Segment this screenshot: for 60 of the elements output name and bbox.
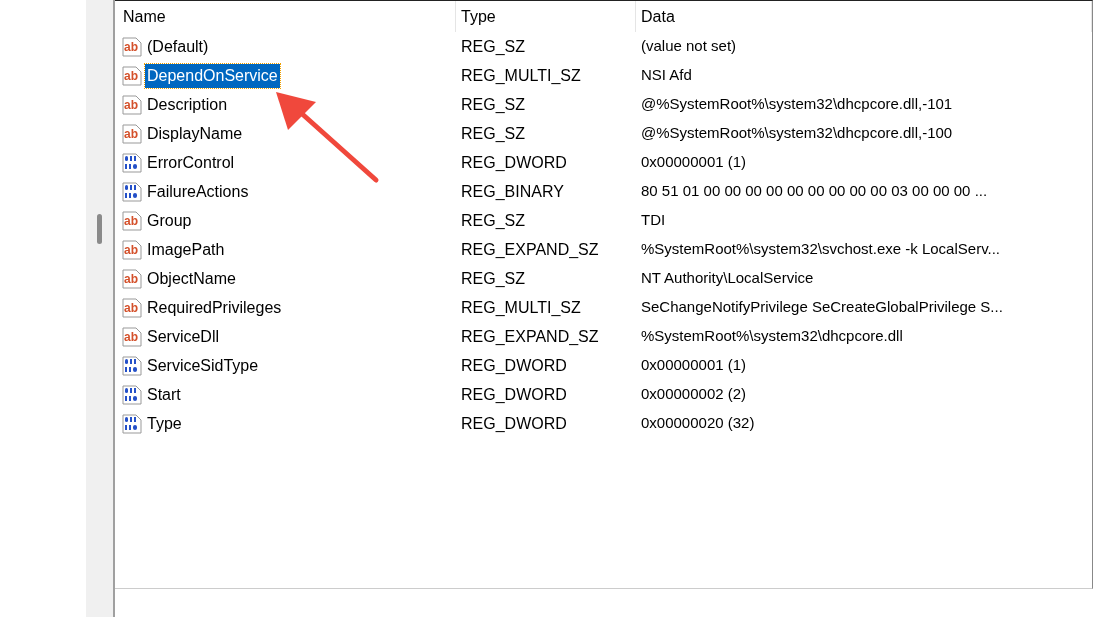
value-name[interactable]: RequiredPrivileges [145,295,284,320]
column-header[interactable]: Type [456,1,636,32]
value-name[interactable]: ObjectName [145,266,238,291]
value-name[interactable]: Start [145,382,183,407]
value-data: 0x00000001 (1) [640,355,748,376]
value-data: NSI Afd [640,65,693,86]
value-data: 0x00000001 (1) [640,152,748,173]
value-type: REG_EXPAND_SZ [460,239,600,260]
value-name[interactable]: Group [145,208,194,233]
binary-value-icon [121,180,143,203]
value-type: REG_MULTI_SZ [460,297,582,318]
value-data: @%SystemRoot%\system32\dhcpcore.dll,-100 [640,123,954,144]
string-value-icon: ab [121,325,143,348]
value-type: REG_DWORD [460,413,568,434]
value-type: REG_DWORD [460,152,568,173]
value-data: (value not set) [640,36,738,57]
string-value-icon: ab [121,122,143,145]
value-type: REG_SZ [460,94,526,115]
value-name[interactable]: ServiceSidType [145,353,261,378]
value-data: 0x00000020 (32) [640,413,756,434]
value-name[interactable]: FailureActions [145,179,251,204]
value-type: REG_DWORD [460,355,568,376]
value-type: REG_MULTI_SZ [460,65,582,86]
value-type: REG_SZ [460,210,526,231]
binary-value-icon [121,151,143,174]
value-type: REG_EXPAND_SZ [460,326,600,347]
binary-value-icon [121,354,143,377]
value-type: REG_SZ [460,268,526,289]
value-data: SeChangeNotifyPrivilege SeCreateGlobalPrivilege S... [640,297,1004,318]
value-type: REG_BINARY [460,181,565,202]
value-data: TDI [640,210,667,231]
binary-value-icon [121,383,143,406]
value-name[interactable]: ServiceDll [145,324,221,349]
value-name[interactable]: DependOnService [145,63,280,88]
value-name[interactable]: Type [145,411,184,436]
value-name[interactable]: Description [145,92,230,117]
string-value-icon: ab [121,209,143,232]
value-data: 80 51 01 00 00 00 00 00 00 00 00 00 03 00 00 00 ... [640,181,989,202]
value-data: %SystemRoot%\system32\dhcpcore.dll [640,326,904,347]
string-value-icon: ab [121,64,143,87]
string-value-icon: ab [121,35,143,58]
value-data: %SystemRoot%\system32\svchost.exe -k LocalServ... [640,239,1002,260]
column-header[interactable]: Name [118,1,456,32]
value-data: NT Authority\LocalService [640,268,815,289]
string-value-icon: ab [121,238,143,261]
value-name[interactable]: ErrorControl [145,150,237,175]
string-value-icon: ab [121,93,143,116]
value-name[interactable]: (Default) [145,34,211,59]
string-value-icon: ab [121,267,143,290]
value-type: REG_DWORD [460,384,568,405]
value-name[interactable]: DisplayName [145,121,245,146]
value-name[interactable]: ImagePath [145,237,227,262]
value-data: 0x00000002 (2) [640,384,748,405]
value-data: @%SystemRoot%\system32\dhcpcore.dll,-101 [640,94,954,115]
value-type: REG_SZ [460,123,526,144]
column-header[interactable]: Data [636,1,1092,32]
string-value-icon: ab [121,296,143,319]
binary-value-icon [121,412,143,435]
value-type: REG_SZ [460,36,526,57]
scrollbar-thumb[interactable] [97,214,102,244]
